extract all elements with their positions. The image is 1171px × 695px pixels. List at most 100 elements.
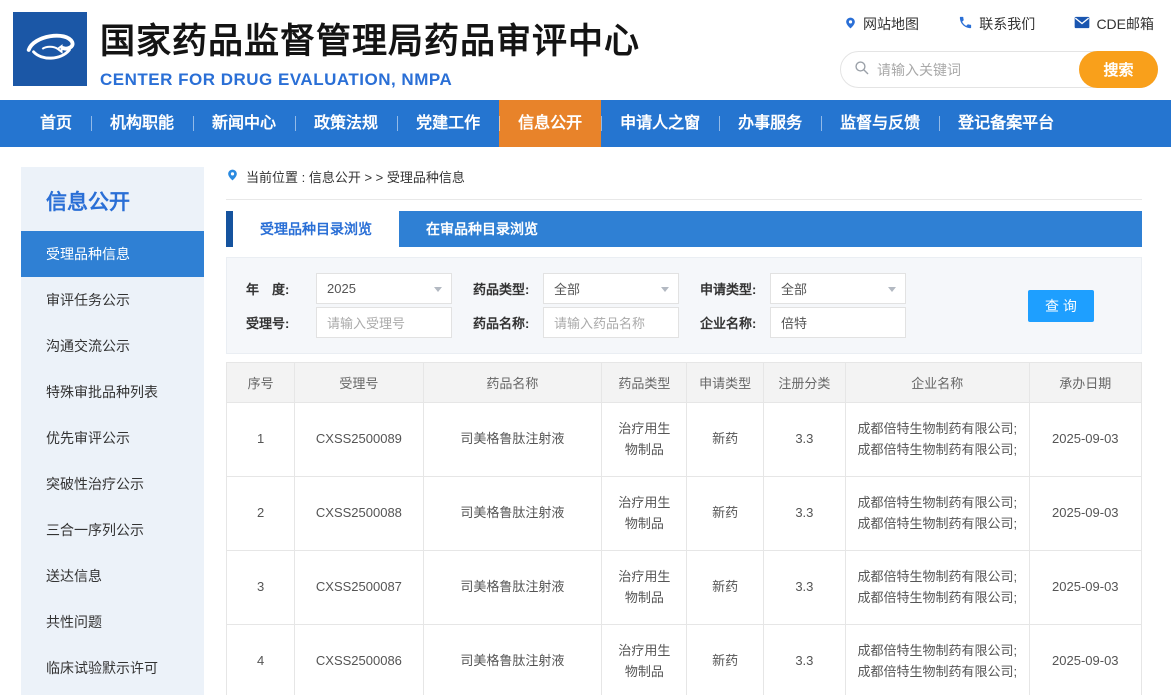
- table-header-cell: 企业名称: [845, 363, 1029, 403]
- cell-date: 2025-09-03: [1029, 403, 1141, 477]
- cell-index: 4: [227, 625, 295, 695]
- cde-swoosh-icon: [21, 18, 79, 81]
- site-title: 国家药品监督管理局药品审评中心: [100, 13, 640, 64]
- envelope-icon: [1074, 16, 1090, 32]
- content-panel: 当前位置 : 信息公开 > > 受理品种信息 受理品种目录浏览在审品种目录浏览 …: [226, 167, 1142, 695]
- cell-company: 成都倍特生物制药有限公司;成都倍特生物制药有限公司;: [845, 403, 1029, 477]
- sitemap-link[interactable]: 网站地图: [844, 14, 919, 34]
- table-row: 3 CXSS2500087 司美格鲁肽注射液 治疗用生物制品 新药 3.3 成都…: [227, 551, 1142, 625]
- site-subtitle: CENTER FOR DRUG EVALUATION, NMPA: [100, 70, 640, 90]
- chevron-down-icon: [661, 287, 669, 292]
- cell-drug-type: 治疗用生物制品: [602, 477, 687, 551]
- accept-no-input[interactable]: 请输入受理号: [316, 307, 452, 338]
- cell-accept-no: CXSS2500088: [295, 477, 423, 551]
- filter-panel: 年 度: 2025 药品类型: 全部 申请类型: 全部 受理号: 请输入受理号 …: [226, 257, 1142, 354]
- main-nav: 首页机构职能新闻中心政策法规党建工作信息公开申请人之窗办事服务监督与反馈登记备案…: [0, 100, 1171, 147]
- table-header-cell: 申请类型: [687, 363, 763, 403]
- table-header-cell: 药品类型: [602, 363, 687, 403]
- cell-reg-class: 3.3: [763, 477, 845, 551]
- location-pin-icon: [844, 15, 857, 34]
- table-header-cell: 注册分类: [763, 363, 845, 403]
- company-label: 企业名称:: [700, 313, 770, 332]
- nav-item[interactable]: 申请人之窗: [601, 100, 719, 147]
- search-placeholder: 请输入关键词: [877, 60, 961, 80]
- table-header-row: 序号受理号药品名称药品类型申请类型注册分类企业名称承办日期: [227, 363, 1142, 403]
- table-header-cell: 受理号: [295, 363, 423, 403]
- drug-type-select[interactable]: 全部: [543, 273, 679, 304]
- cell-drug-name: 司美格鲁肽注射液: [423, 403, 602, 477]
- drug-name-label: 药品名称:: [473, 313, 543, 332]
- nav-item[interactable]: 新闻中心: [193, 100, 295, 147]
- nav-item[interactable]: 党建工作: [397, 100, 499, 147]
- cell-drug-name: 司美格鲁肽注射液: [423, 477, 602, 551]
- cell-index: 2: [227, 477, 295, 551]
- sidebar-item[interactable]: 特殊审批品种列表: [21, 369, 204, 415]
- cell-reg-class: 3.3: [763, 551, 845, 625]
- sidebar-item[interactable]: 受理品种信息: [21, 231, 204, 277]
- company-input[interactable]: 倍特: [770, 307, 906, 338]
- cell-company: 成都倍特生物制药有限公司;成都倍特生物制药有限公司;: [845, 625, 1029, 695]
- apply-type-label: 申请类型:: [700, 279, 770, 298]
- table-header-cell: 药品名称: [423, 363, 602, 403]
- nav-item[interactable]: 登记备案平台: [939, 100, 1073, 147]
- cell-accept-no: CXSS2500089: [295, 403, 423, 477]
- accept-no-label: 受理号:: [246, 313, 316, 332]
- table-header-cell: 序号: [227, 363, 295, 403]
- sidebar-item[interactable]: 审评任务公示: [21, 277, 204, 323]
- cell-index: 3: [227, 551, 295, 625]
- sidebar-item[interactable]: 沟通交流公示: [21, 323, 204, 369]
- phone-icon: [958, 15, 973, 33]
- sidebar-item[interactable]: 送达信息: [21, 553, 204, 599]
- cell-drug-type: 治疗用生物制品: [602, 403, 687, 477]
- tab[interactable]: 受理品种目录浏览: [233, 211, 399, 247]
- breadcrumb-text: 当前位置 : 信息公开 > > 受理品种信息: [246, 167, 465, 186]
- cell-company: 成都倍特生物制药有限公司;成都倍特生物制药有限公司;: [845, 477, 1029, 551]
- cell-company: 成都倍特生物制药有限公司;成都倍特生物制药有限公司;: [845, 551, 1029, 625]
- query-button[interactable]: 查 询: [1028, 290, 1094, 322]
- cell-reg-class: 3.3: [763, 403, 845, 477]
- nav-item[interactable]: 首页: [21, 100, 91, 147]
- sidebar-item[interactable]: 共性问题: [21, 599, 204, 645]
- cell-accept-no: CXSS2500086: [295, 625, 423, 695]
- contact-link[interactable]: 联系我们: [958, 14, 1035, 34]
- nav-item[interactable]: 机构职能: [91, 100, 193, 147]
- sidebar: 信息公开 受理品种信息审评任务公示沟通交流公示特殊审批品种列表优先审评公示突破性…: [21, 167, 204, 695]
- cde-logo: [13, 12, 87, 86]
- drug-name-input[interactable]: 请输入药品名称: [543, 307, 679, 338]
- year-select[interactable]: 2025: [316, 273, 452, 304]
- table-row: 2 CXSS2500088 司美格鲁肽注射液 治疗用生物制品 新药 3.3 成都…: [227, 477, 1142, 551]
- mail-link[interactable]: CDE邮箱: [1074, 14, 1154, 34]
- cell-drug-name: 司美格鲁肽注射液: [423, 551, 602, 625]
- results-table: 序号受理号药品名称药品类型申请类型注册分类企业名称承办日期 1 CXSS2500…: [226, 362, 1142, 695]
- breadcrumb: 当前位置 : 信息公开 > > 受理品种信息: [226, 167, 1142, 200]
- table-header-cell: 承办日期: [1029, 363, 1141, 403]
- cell-index: 1: [227, 403, 295, 477]
- sidebar-item[interactable]: 突破性治疗公示: [21, 461, 204, 507]
- search-button[interactable]: 搜索: [1079, 51, 1158, 88]
- year-label: 年 度:: [246, 279, 316, 298]
- nav-item[interactable]: 政策法规: [295, 100, 397, 147]
- table-row: 1 CXSS2500089 司美格鲁肽注射液 治疗用生物制品 新药 3.3 成都…: [227, 403, 1142, 477]
- nav-item[interactable]: 信息公开: [499, 100, 601, 147]
- sidebar-item[interactable]: 临床试验默示许可: [21, 645, 204, 691]
- sidebar-title: 信息公开: [21, 167, 204, 231]
- nav-item[interactable]: 办事服务: [719, 100, 821, 147]
- site-header: 国家药品监督管理局药品审评中心 CENTER FOR DRUG EVALUATI…: [0, 0, 1171, 100]
- cell-drug-type: 治疗用生物制品: [602, 625, 687, 695]
- cell-apply-type: 新药: [687, 551, 763, 625]
- sidebar-item[interactable]: 优先审评公示: [21, 415, 204, 461]
- search-icon: [854, 60, 869, 80]
- cell-date: 2025-09-03: [1029, 477, 1141, 551]
- cell-accept-no: CXSS2500087: [295, 551, 423, 625]
- location-pin-icon: [226, 167, 239, 186]
- apply-type-select[interactable]: 全部: [770, 273, 906, 304]
- cell-drug-type: 治疗用生物制品: [602, 551, 687, 625]
- tab[interactable]: 在审品种目录浏览: [399, 211, 565, 247]
- cell-reg-class: 3.3: [763, 625, 845, 695]
- quick-links: 网站地图 联系我们 CDE邮箱: [840, 14, 1158, 34]
- sidebar-item[interactable]: 三合一序列公示: [21, 507, 204, 553]
- cell-apply-type: 新药: [687, 403, 763, 477]
- nav-item[interactable]: 监督与反馈: [821, 100, 939, 147]
- table-row: 4 CXSS2500086 司美格鲁肽注射液 治疗用生物制品 新药 3.3 成都…: [227, 625, 1142, 695]
- cell-date: 2025-09-03: [1029, 551, 1141, 625]
